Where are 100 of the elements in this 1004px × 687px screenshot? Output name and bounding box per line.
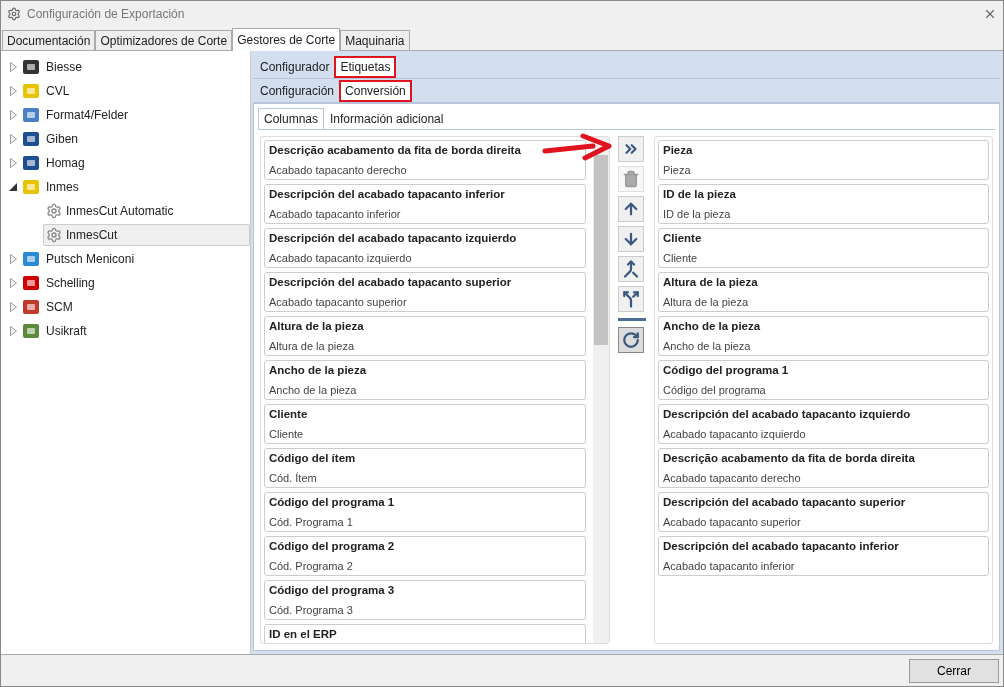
collapse-icon[interactable] [9,183,17,191]
column-subtitle: Cód. Programa 1 [269,516,354,528]
column-card[interactable]: Código del programa 1 Código del programa [658,360,989,400]
column-title: Descripción del acabado tapacanto superior [269,276,513,288]
column-card[interactable]: Descripción del acabado tapacanto inferior Acabado tapacanto inferior [658,536,989,576]
expand-icon[interactable] [9,86,17,96]
column-subtitle: Acabado tapacanto superior [663,516,802,528]
brand-logo-icon [23,132,39,146]
brand-logo-icon [23,276,39,290]
gear-icon [46,203,62,219]
close-icon[interactable] [983,7,997,21]
split-button[interactable] [618,286,644,312]
column-subtitle: Acabado tapacanto izquierdo [663,428,807,440]
tree-item[interactable]: Putsch Meniconi [43,248,250,270]
expand-icon[interactable] [9,254,17,264]
tab[interactable]: Columnas [258,108,325,129]
brand-logo-icon [23,156,39,170]
brand-logo-icon [23,324,39,338]
close-button[interactable]: Cerrar [909,658,999,683]
split-icon [622,290,640,308]
tree-item[interactable]: InmesCut [43,224,250,246]
tree-item[interactable]: Giben [43,128,250,150]
tree-item[interactable]: Usikraft [43,320,250,342]
column-subtitle: Cód. Programa 2 [269,560,354,572]
column-subtitle: Acabado tapacanto inferior [663,560,796,572]
tab[interactable]: Etiquetas [334,56,397,78]
column-subtitle: Altura de la pieza [663,296,749,308]
column-card[interactable]: Descripción del acabado tapacanto superior Acabado tapacanto superior [264,272,586,312]
settings-icon [7,7,21,21]
column-title: Descrição acabamento da fita de borda direita [663,452,916,464]
column-title: Código del programa 1 [663,364,790,376]
expand-icon[interactable] [9,278,17,288]
expand-icon[interactable] [9,110,17,120]
brand-logo-icon [23,108,39,122]
tab[interactable]: Conversión [339,80,412,102]
column-title: Descripción del acabado tapacanto superior [663,496,907,508]
tree-item[interactable]: Homag [43,152,250,174]
tab[interactable]: Optimizadores de Corte [95,30,233,50]
column-card[interactable]: Descripción del acabado tapacanto superior Acabado tapacanto superior [658,492,989,532]
column-subtitle: Ancho de la pieza [663,340,752,352]
column-subtitle: Acabado tapacanto izquierdo [269,252,413,264]
column-title: Pieza [663,144,694,156]
merge-button[interactable] [618,256,644,282]
tree-item[interactable]: Inmes [43,176,250,198]
column-title: Cliente [269,408,309,420]
column-card[interactable]: Ancho de la pieza Ancho de la pieza [264,360,586,400]
column-card[interactable]: Código del programa 2 Cód. Programa 2 [264,536,586,576]
column-title: Descripción del acabado tapacanto izquierdo [663,408,912,420]
column-subtitle: Cliente [663,252,699,264]
brand-logo-icon [23,60,39,74]
column-title: Descripción del acabado tapacanto inferior [663,540,900,552]
brand-logo-icon [23,252,39,266]
column-subtitle: Cliente [269,428,305,440]
expand-icon[interactable] [9,134,17,144]
refresh-icon [622,331,640,349]
column-card[interactable]: Código del programa 3 Cód. Programa 3 [264,580,586,620]
expand-icon[interactable] [9,302,17,312]
column-subtitle: Cód. Programa 3 [269,604,354,616]
column-subtitle: Pieza [663,164,692,176]
column-card[interactable]: Descrição acabamento da fita de borda direita Acabado tapacanto derecho [264,140,586,180]
tree-item[interactable]: Schelling [43,272,250,294]
column-card[interactable]: Ancho de la pieza Ancho de la pieza [658,316,989,356]
column-title: Código del programa 3 [269,584,396,596]
window-title: Configuración de Exportación [27,7,186,21]
tab[interactable]: Documentación [2,30,96,50]
column-card[interactable]: Cliente Cliente [658,228,989,268]
tree-item[interactable]: InmesCut Automatic [43,200,250,222]
column-card[interactable]: Código del programa 1 Cód. Programa 1 [264,492,586,532]
column-title: Código del ítem [269,452,357,464]
tree-item[interactable]: Biesse [43,56,250,78]
column-card[interactable]: Descripción del acabado tapacanto izquierdo Acabado tapacanto izquierdo [658,404,989,444]
tab[interactable]: Configurador [255,56,335,78]
move-up-button[interactable] [618,196,644,222]
add-all-button[interactable] [618,136,644,162]
column-card[interactable]: Descrição acabamento da fita de borda direita Acabado tapacanto derecho [658,448,989,488]
move-down-button[interactable] [618,226,644,252]
column-title: ID en el ERP [269,628,338,640]
tree-item[interactable]: SCM [43,296,250,318]
column-card[interactable]: Descripción del acabado tapacanto inferior Acabado tapacanto inferior [264,184,586,224]
tab[interactable]: Maquinaria [340,30,410,50]
column-card[interactable]: ID de la pieza ID de la pieza [658,184,989,224]
refresh-button[interactable] [618,327,644,353]
column-card[interactable]: Pieza Pieza [658,140,989,180]
column-card[interactable]: Altura de la pieza Altura de la pieza [264,316,586,356]
tree-item[interactable]: Format4/Felder [43,104,250,126]
expand-icon[interactable] [9,326,17,336]
expand-icon[interactable] [9,158,17,168]
brand-logo-icon [23,180,39,194]
trash-icon [622,170,640,188]
expand-icon[interactable] [9,62,17,72]
column-card[interactable]: Descripción del acabado tapacanto izquierdo Acabado tapacanto izquierdo [264,228,586,268]
tab[interactable]: Gestores de Corte [232,28,341,51]
scrollbar[interactable] [593,137,609,643]
column-card[interactable]: Altura de la pieza Altura de la pieza [658,272,989,312]
tab[interactable]: Configuración [255,80,340,102]
tree-item[interactable]: CVL [43,80,250,102]
merge-icon [622,260,640,278]
column-card[interactable]: Cliente Cliente [264,404,586,444]
tree-item-label: InmesCut Automatic [66,204,174,218]
column-card[interactable]: Código del ítem Cód. Ítem [264,448,586,488]
